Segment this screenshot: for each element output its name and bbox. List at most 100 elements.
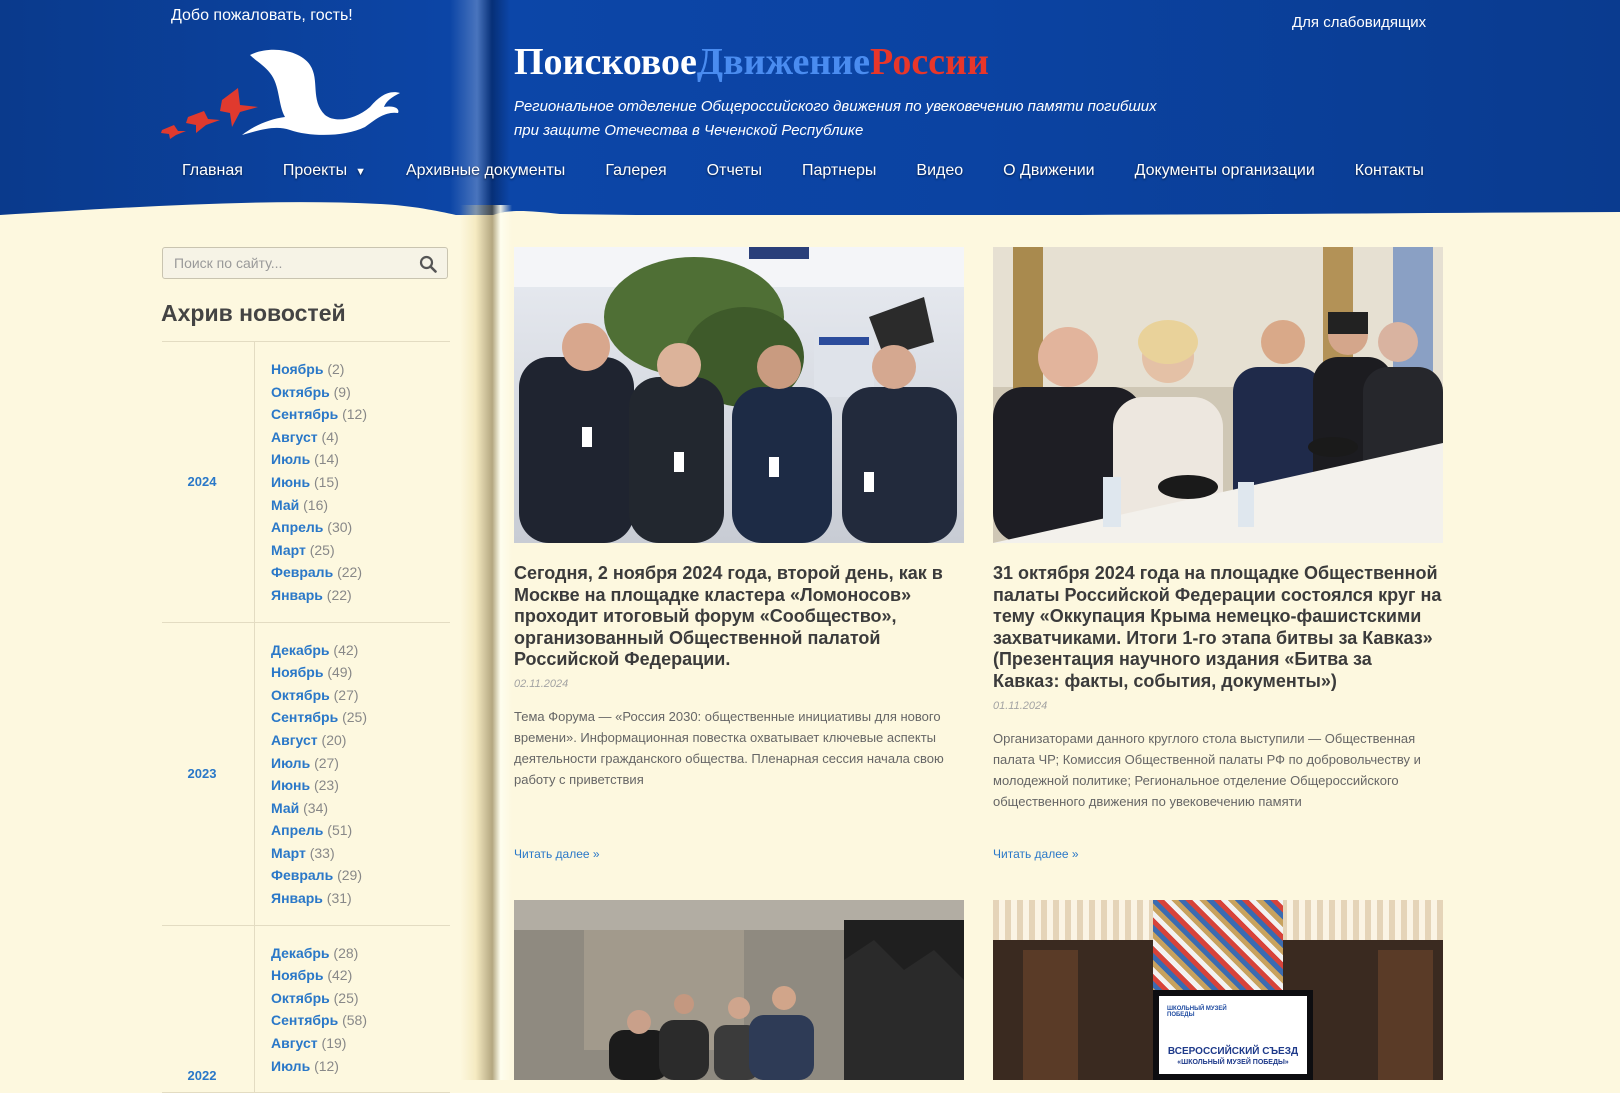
archive-month-link[interactable]: Июль [271, 451, 310, 467]
header-wave-edge [0, 202, 1620, 215]
archive-month-link[interactable]: Июль [271, 755, 310, 771]
archive-month-count: (19) [321, 1035, 347, 1052]
archive-month-link[interactable]: Август [271, 1035, 318, 1051]
nav-partners[interactable]: Партнеры [782, 162, 896, 188]
archive-month-link[interactable]: Июль [271, 1058, 310, 1074]
post-photo-forum[interactable] [514, 247, 964, 543]
post-title[interactable]: 31 октября 2024 года на площадке Обществ… [993, 563, 1443, 693]
banner-screen: ШКОЛЬНЫЙ МУЗЕЙ ПОБЕДЫ ВСЕРОССИЙСКИЙ СЪЕЗ… [1153, 990, 1313, 1080]
nav-contacts[interactable]: Контакты [1335, 162, 1444, 188]
archive-month-item: Октябрь (9) [271, 381, 367, 404]
archive-month-link[interactable]: Август [271, 732, 318, 748]
site-title[interactable]: ПоисковоеДвижениеРоссии [514, 40, 989, 84]
post-photo-museum-congress[interactable]: ШКОЛЬНЫЙ МУЗЕЙ ПОБЕДЫ ВСЕРОССИЙСКИЙ СЪЕЗ… [993, 900, 1443, 1080]
archive-month-link[interactable]: Август [271, 429, 318, 445]
archive-month-item: Август (20) [271, 729, 367, 752]
archive-month-item: Сентябрь (25) [271, 706, 367, 729]
archive-year-block: 2023 Декабрь (42) Ноябрь (49) Октябрь (2… [162, 622, 450, 926]
archive-month-item: Июнь (23) [271, 774, 367, 797]
archive-month-link[interactable]: Сентябрь [271, 406, 338, 422]
archive-month-link[interactable]: Июнь [271, 474, 310, 490]
archive-month-count: (25) [309, 541, 335, 558]
archive-month-item: Ноябрь (42) [271, 964, 367, 987]
archive-month-link[interactable]: Сентябрь [271, 1012, 338, 1028]
archive-month-count: (25) [342, 709, 367, 726]
nav-video[interactable]: Видео [896, 162, 983, 188]
archive-month-link[interactable]: Январь [271, 890, 323, 906]
archive-month-link[interactable]: Декабрь [271, 642, 330, 658]
nav-projects[interactable]: Проекты ▼ [263, 162, 386, 188]
archive-month-count: (9) [333, 383, 351, 400]
archive-month-link[interactable]: Октябрь [271, 990, 330, 1006]
archive-year-label[interactable]: 2023 [162, 622, 255, 925]
archive-month-link[interactable]: Март [271, 542, 306, 558]
banner-title: ВСЕРОССИЙСКИЙ СЪЕЗД [1167, 1046, 1299, 1057]
memorial-plaque-left [1023, 950, 1078, 1080]
archive-month-list: Декабрь (42) Ноябрь (49) Октябрь (27) Се… [255, 623, 367, 925]
post-excerpt: Организаторами данного круглого стола вы… [993, 730, 1421, 809]
post-date: 01.11.2024 [993, 699, 1048, 712]
archive-month-count: (33) [309, 844, 335, 861]
archive-month-link[interactable]: Июнь [271, 777, 310, 793]
archive-year-block: 2022 Декабрь (28) Ноябрь (42) Октябрь (2… [162, 925, 450, 1093]
archive-month-count: (12) [314, 1057, 339, 1074]
archive-month-count: (28) [333, 944, 359, 961]
nav-home[interactable]: Главная [162, 162, 263, 188]
archive-month-item: Сентябрь (12) [271, 403, 367, 426]
nav-reports[interactable]: Отчеты [687, 162, 782, 188]
archive-month-list: Ноябрь (2) Октябрь (9) Сентябрь (12) Авг… [255, 342, 367, 622]
nav-about[interactable]: О Движении [983, 162, 1114, 188]
accessibility-link[interactable]: Для слабовидящих [1292, 14, 1426, 31]
search-icon[interactable] [419, 255, 437, 273]
archive-month-item: Март (25) [271, 539, 367, 562]
site-subtitle-line2: при защите Отечества в Чеченской Республ… [514, 122, 864, 139]
archive-month-item: Сентябрь (58) [271, 1009, 367, 1032]
post-date: 02.11.2024 [514, 677, 569, 690]
archive-year-label[interactable]: 2022 [162, 925, 255, 1093]
archive-month-count: (25) [333, 989, 359, 1006]
crane-logo[interactable] [160, 45, 410, 140]
post-title[interactable]: Сегодня, 2 ноября 2024 года, второй день… [514, 563, 964, 671]
archive-month-count: (34) [303, 799, 329, 816]
main-nav: Главная Проекты ▼ Архивные документы Гале… [162, 162, 1444, 188]
archive-month-link[interactable]: Май [271, 800, 299, 816]
archive-month-item: Декабрь (28) [271, 942, 367, 965]
chevron-down-icon: ▼ [355, 166, 366, 178]
archive-year-label[interactable]: 2024 [162, 342, 255, 622]
archive-month-link[interactable]: Ноябрь [271, 664, 323, 680]
nav-gallery[interactable]: Галерея [585, 162, 686, 188]
news-post: Сегодня, 2 ноября 2024 года, второй день… [514, 247, 964, 790]
archive-month-link[interactable]: Март [271, 845, 306, 861]
site-title-part2: Движение [696, 41, 871, 83]
archive-month-link[interactable]: Апрель [271, 519, 323, 535]
red-bird-3 [161, 125, 186, 139]
archive-month-link[interactable]: Октябрь [271, 384, 330, 400]
archive-month-link[interactable]: Февраль [271, 564, 333, 580]
archive-month-item: Январь (31) [271, 887, 367, 910]
news-post: 31 октября 2024 года на площадке Обществ… [993, 247, 1443, 812]
nav-archive-documents[interactable]: Архивные документы [386, 162, 585, 188]
read-more-link[interactable]: Читать далее » [993, 847, 1079, 861]
archive-month-count: (14) [314, 451, 339, 468]
post-photo-roundtable[interactable] [993, 247, 1443, 543]
post-photo-search-team[interactable] [514, 900, 964, 1080]
site-header: Добо пожаловать, гость! Для слабовидящих… [0, 0, 1620, 215]
archive-month-link[interactable]: Февраль [271, 867, 333, 883]
archive-month-link[interactable]: Сентябрь [271, 709, 338, 725]
search-input[interactable] [163, 248, 425, 278]
archive-month-link[interactable]: Ноябрь [271, 967, 323, 983]
archive-month-link[interactable]: Октябрь [271, 687, 330, 703]
site-title-part3: России [870, 41, 989, 83]
archive-month-link[interactable]: Декабрь [271, 945, 330, 961]
archive-month-link[interactable]: Май [271, 497, 299, 513]
archive-month-link[interactable]: Апрель [271, 822, 323, 838]
archive-month-count: (42) [327, 967, 353, 984]
read-more-link[interactable]: Читать далее » [514, 847, 600, 861]
red-bird-2 [186, 111, 220, 133]
archive-month-link[interactable]: Ноябрь [271, 361, 323, 377]
archive-month-count: (51) [327, 822, 353, 839]
nav-org-documents[interactable]: Документы организации [1115, 162, 1335, 188]
archive-month-link[interactable]: Январь [271, 587, 323, 603]
archive-title: Ахрив новостей [161, 300, 346, 326]
archive-month-count: (2) [327, 361, 345, 377]
